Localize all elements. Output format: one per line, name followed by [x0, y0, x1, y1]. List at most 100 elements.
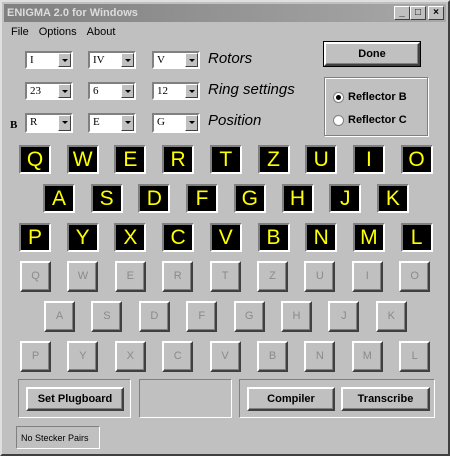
- rotor-2-value: IV: [93, 54, 105, 66]
- lamp-q: Q: [19, 145, 51, 174]
- lamp-s: S: [90, 184, 123, 213]
- position-3-value: G: [157, 116, 165, 128]
- reflector-c-label: Reflector C: [348, 114, 407, 126]
- key-o[interactable]: O: [399, 261, 431, 292]
- enigma-window: ENIGMA 2.0 for Windows _ □ × File Option…: [0, 0, 450, 456]
- key-i[interactable]: I: [351, 261, 383, 292]
- key-y[interactable]: Y: [67, 341, 99, 372]
- ring-1-select[interactable]: 23: [25, 82, 73, 100]
- chevron-down-icon[interactable]: [58, 84, 71, 98]
- transcribe-button[interactable]: Transcribe: [341, 387, 430, 411]
- reflector-c-option[interactable]: Reflector C: [333, 114, 407, 126]
- lamp-z: Z: [257, 145, 290, 174]
- lamp-b: B: [257, 223, 290, 252]
- key-u[interactable]: U: [304, 261, 336, 292]
- chevron-down-icon[interactable]: [185, 53, 198, 67]
- key-c[interactable]: C: [162, 341, 194, 372]
- position-1-select[interactable]: R: [25, 113, 73, 133]
- position-2-value: E: [93, 116, 100, 128]
- lamp-n: N: [305, 223, 338, 252]
- key-p[interactable]: P: [20, 341, 51, 372]
- reflector-b-radio[interactable]: [333, 91, 344, 103]
- key-v[interactable]: V: [209, 341, 241, 372]
- lamp-w: W: [66, 145, 99, 174]
- chevron-down-icon[interactable]: [185, 84, 198, 98]
- chevron-down-icon[interactable]: [121, 84, 134, 98]
- ring-settings-label: Ring settings: [208, 81, 295, 98]
- ring-3-value: 12: [157, 85, 168, 97]
- reflector-b-option[interactable]: Reflector B: [333, 91, 407, 103]
- menu-options[interactable]: Options: [34, 24, 82, 42]
- key-h[interactable]: H: [281, 301, 312, 332]
- key-q[interactable]: Q: [20, 261, 51, 292]
- lamp-r: R: [162, 145, 195, 174]
- key-g[interactable]: G: [233, 301, 265, 332]
- lamp-x: X: [114, 223, 147, 252]
- reflector-c-radio[interactable]: [333, 114, 344, 126]
- key-l[interactable]: L: [399, 341, 431, 372]
- key-a[interactable]: A: [44, 301, 75, 332]
- lamp-m: M: [352, 223, 385, 252]
- key-d[interactable]: D: [138, 301, 170, 332]
- lamp-h: H: [281, 184, 314, 213]
- key-j[interactable]: J: [328, 301, 360, 332]
- lamp-l: L: [400, 223, 433, 252]
- lamp-t: T: [209, 145, 242, 174]
- key-m[interactable]: M: [351, 341, 383, 372]
- reflector-b-label: Reflector B: [348, 91, 407, 103]
- chevron-down-icon[interactable]: [58, 53, 71, 67]
- compiler-button[interactable]: Compiler: [247, 387, 335, 411]
- done-button[interactable]: Done: [323, 41, 421, 67]
- rotor-2-select[interactable]: IV: [88, 51, 136, 69]
- key-r[interactable]: R: [162, 261, 194, 292]
- output-display: [139, 379, 232, 418]
- rotors-label: Rotors: [208, 50, 253, 67]
- key-t[interactable]: T: [209, 261, 241, 292]
- lamp-v: V: [209, 223, 242, 252]
- chevron-down-icon[interactable]: [121, 53, 134, 67]
- rotor-1-select[interactable]: I: [25, 51, 73, 69]
- key-b[interactable]: B: [257, 341, 288, 372]
- lamp-y: Y: [66, 223, 99, 252]
- lamp-a: A: [43, 184, 75, 213]
- lamp-o: O: [400, 145, 433, 174]
- key-e[interactable]: E: [114, 261, 146, 292]
- position-prefix-label: B: [10, 119, 18, 131]
- maximize-button[interactable]: □: [410, 6, 426, 20]
- menu-file[interactable]: File: [6, 24, 34, 42]
- chevron-down-icon[interactable]: [121, 115, 134, 131]
- title-bar[interactable]: ENIGMA 2.0 for Windows _ □ ×: [4, 4, 446, 22]
- chevron-down-icon[interactable]: [185, 115, 198, 131]
- key-k[interactable]: K: [375, 301, 407, 332]
- position-label: Position: [208, 112, 262, 129]
- rotor-3-select[interactable]: V: [152, 51, 200, 69]
- lamp-g: G: [233, 184, 266, 213]
- close-button[interactable]: ×: [428, 6, 444, 20]
- minimize-button[interactable]: _: [394, 6, 410, 20]
- chevron-down-icon[interactable]: [58, 115, 71, 131]
- lamp-k: K: [376, 184, 409, 213]
- key-s[interactable]: S: [91, 301, 123, 332]
- lamp-c: C: [162, 223, 195, 252]
- status-text: No Stecker Pairs: [21, 433, 89, 443]
- lamp-i: I: [352, 145, 385, 174]
- lamp-f: F: [186, 184, 219, 213]
- ring-2-value: 6: [93, 85, 99, 97]
- lamp-j: J: [329, 184, 362, 213]
- ring-2-select[interactable]: 6: [88, 82, 136, 100]
- key-w[interactable]: W: [67, 261, 99, 292]
- key-z[interactable]: Z: [257, 261, 288, 292]
- position-3-select[interactable]: G: [152, 113, 200, 133]
- key-n[interactable]: N: [304, 341, 336, 372]
- position-1-value: R: [30, 116, 38, 128]
- key-f[interactable]: F: [186, 301, 218, 332]
- menu-about[interactable]: About: [82, 24, 121, 42]
- lamp-d: D: [138, 184, 171, 213]
- rotor-1-value: I: [30, 54, 34, 66]
- key-x[interactable]: X: [114, 341, 146, 372]
- set-plugboard-button[interactable]: Set Plugboard: [26, 387, 124, 411]
- menu-bar: File Options About: [6, 24, 120, 42]
- position-2-select[interactable]: E: [88, 113, 136, 133]
- ring-3-select[interactable]: 12: [152, 82, 200, 100]
- reflector-group: [324, 77, 428, 136]
